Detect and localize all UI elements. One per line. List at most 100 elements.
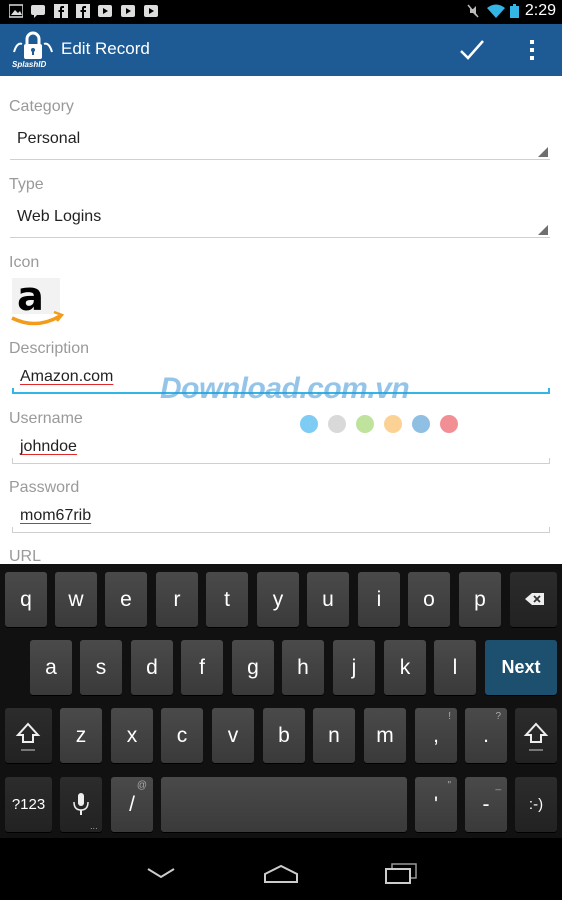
- key-l[interactable]: l: [434, 640, 476, 695]
- voice-input-key[interactable]: ...: [60, 777, 102, 832]
- status-bar: 2:29: [0, 0, 562, 24]
- key-label: p: [474, 588, 486, 611]
- password-field[interactable]: mom67rib: [12, 499, 550, 533]
- page-title: Edit Record: [61, 39, 150, 58]
- picture-icon: [9, 4, 23, 18]
- mute-icon: [467, 4, 479, 18]
- field-edge: [549, 527, 550, 533]
- watermark-text: Download.com.vn: [160, 372, 410, 405]
- key-a[interactable]: a: [30, 640, 72, 695]
- category-label: Category: [9, 98, 74, 115]
- action-bar: SplashID Edit Record: [0, 24, 562, 76]
- symbols-key[interactable]: ?123: [5, 777, 52, 832]
- key-p[interactable]: p: [459, 572, 501, 627]
- watermark-dot: [328, 415, 346, 433]
- key-g[interactable]: g: [232, 640, 274, 695]
- edit-record-form: Category Personal Type Web Logins Icon D…: [0, 76, 562, 565]
- key-d[interactable]: d: [131, 640, 173, 695]
- key-label: o: [423, 588, 435, 611]
- dash-key[interactable]: _ -: [465, 777, 507, 832]
- shift-icon: [523, 722, 549, 751]
- key-label: f: [199, 656, 205, 679]
- username-value: johndoe: [20, 438, 77, 455]
- home-icon[interactable]: [263, 864, 299, 884]
- description-value: Amazon.com: [20, 368, 114, 385]
- dropdown-arrow-icon: [538, 147, 548, 157]
- key-label: k: [399, 656, 411, 679]
- key-label: s: [95, 656, 107, 679]
- watermark-dot: [412, 415, 430, 433]
- back-icon[interactable]: [146, 866, 176, 880]
- key-r[interactable]: r: [156, 572, 198, 627]
- key-v[interactable]: v: [212, 708, 254, 763]
- key-comma[interactable]: !,: [415, 708, 457, 763]
- battery-icon: [510, 4, 519, 18]
- play-icon: [144, 5, 158, 17]
- key-k[interactable]: k: [384, 640, 426, 695]
- key-label: g: [247, 656, 259, 679]
- play-icon: [98, 5, 112, 17]
- field-underline: [12, 463, 550, 464]
- key-n[interactable]: n: [313, 708, 355, 763]
- key-label: b: [278, 724, 290, 747]
- recent-apps-icon[interactable]: [384, 862, 418, 884]
- field-edge: [12, 458, 13, 464]
- wifi-icon: [487, 4, 505, 18]
- overflow-menu-icon[interactable]: [522, 36, 542, 64]
- shift-key[interactable]: [5, 708, 52, 763]
- backspace-icon: [525, 593, 544, 605]
- type-spinner[interactable]: Web Logins: [10, 198, 550, 238]
- key-label: Next: [501, 657, 541, 677]
- field-edge: [548, 388, 550, 394]
- key-c[interactable]: c: [161, 708, 203, 763]
- key-e[interactable]: e: [105, 572, 147, 627]
- key-i[interactable]: i: [358, 572, 400, 627]
- key-label: h: [297, 656, 309, 679]
- username-field[interactable]: johndoe: [12, 430, 550, 464]
- key-f[interactable]: f: [181, 640, 223, 695]
- field-edge: [549, 458, 550, 464]
- category-spinner[interactable]: Personal: [10, 120, 550, 160]
- checkmark-icon[interactable]: [458, 36, 486, 64]
- watermark-dot: [440, 415, 458, 433]
- key-m[interactable]: m: [364, 708, 406, 763]
- backspace-key[interactable]: [510, 572, 557, 627]
- space-key[interactable]: [161, 777, 407, 832]
- apostrophe-key[interactable]: " ': [415, 777, 457, 832]
- talk-icon: [31, 5, 45, 18]
- password-label: Password: [9, 479, 80, 496]
- key-label: e: [120, 588, 132, 611]
- key-z[interactable]: z: [60, 708, 102, 763]
- key-hint: @: [136, 780, 147, 791]
- slash-key[interactable]: @ /: [111, 777, 153, 832]
- key-y[interactable]: y: [257, 572, 299, 627]
- amazon-logo-icon[interactable]: a: [10, 274, 66, 328]
- shift-key[interactable]: [515, 708, 557, 763]
- key-q[interactable]: q: [5, 572, 47, 627]
- password-value: mom67rib: [20, 507, 92, 524]
- key-b[interactable]: b: [263, 708, 305, 763]
- key-t[interactable]: t: [206, 572, 248, 627]
- key-period[interactable]: ?.: [465, 708, 507, 763]
- key-label: z: [75, 724, 87, 747]
- field-underline: [12, 532, 550, 533]
- key-label: l: [452, 656, 458, 679]
- svg-text:a: a: [17, 278, 44, 320]
- smiley-key[interactable]: :-): [515, 777, 557, 832]
- key-s[interactable]: s: [80, 640, 122, 695]
- shift-icon: [15, 722, 41, 751]
- key-h[interactable]: h: [282, 640, 324, 695]
- microphone-icon: ...: [73, 793, 98, 831]
- key-hint: !: [448, 711, 451, 722]
- key-j[interactable]: j: [333, 640, 375, 695]
- key-x[interactable]: x: [111, 708, 153, 763]
- lock-icon: [13, 31, 53, 59]
- key-o[interactable]: o: [408, 572, 450, 627]
- next-key[interactable]: Next: [485, 640, 557, 695]
- svg-text:...: ...: [90, 822, 98, 831]
- category-value: Personal: [17, 130, 81, 147]
- key-label: r: [173, 588, 181, 611]
- key-u[interactable]: u: [307, 572, 349, 627]
- key-label: y: [272, 588, 284, 611]
- key-w[interactable]: w: [55, 572, 97, 627]
